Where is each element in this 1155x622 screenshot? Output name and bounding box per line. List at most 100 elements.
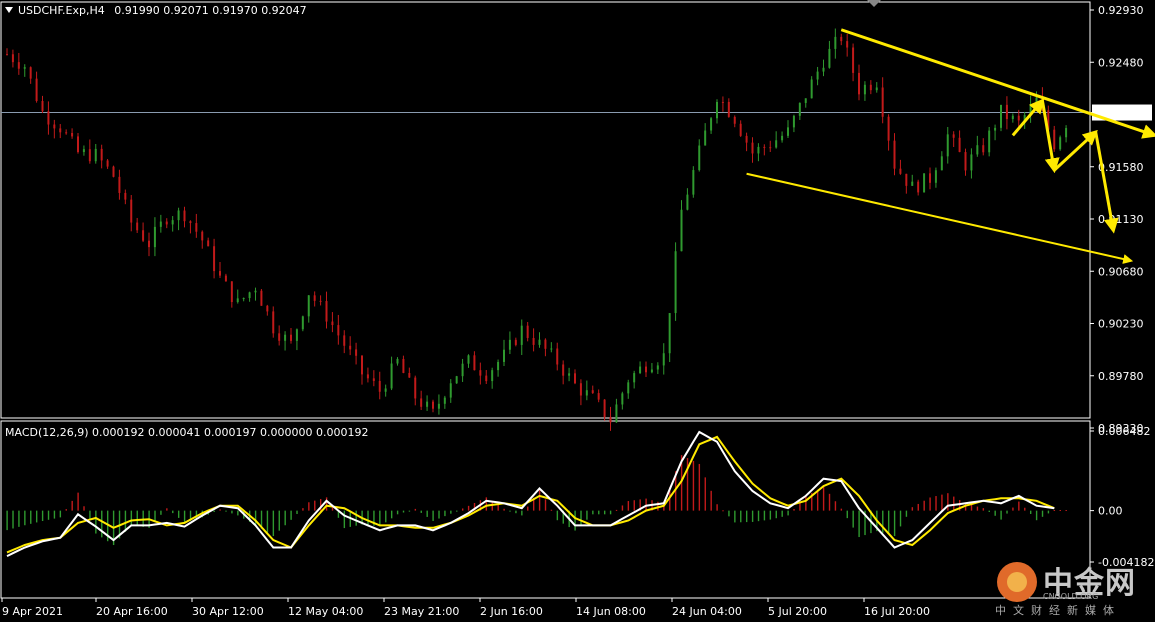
candle-body xyxy=(745,135,748,143)
macd-histogram-bar xyxy=(970,504,973,511)
candle-body xyxy=(29,67,32,79)
macd-tick-label: 0.006482 xyxy=(1098,425,1151,438)
candle-body xyxy=(710,118,713,131)
candle-body xyxy=(680,209,683,252)
macd-histogram-bar xyxy=(308,502,310,511)
macd-histogram-bar xyxy=(603,510,606,515)
macd-histogram-bar xyxy=(882,510,884,533)
candle-body xyxy=(497,361,500,371)
candle-body xyxy=(1065,128,1068,138)
time-tick-label: 5 Jul 20:00 xyxy=(768,605,827,618)
macd-histogram-bar xyxy=(793,508,795,511)
macd-histogram-bar xyxy=(35,510,38,523)
candle-body xyxy=(35,78,38,102)
macd-histogram-bar xyxy=(692,460,695,511)
time-tick-label: 9 Apr 2021 xyxy=(2,605,63,618)
candle-body xyxy=(6,54,8,56)
candle-body xyxy=(556,348,559,365)
macd-histogram-bar xyxy=(444,510,446,517)
candle-body xyxy=(1053,129,1056,150)
candle-body xyxy=(733,116,736,124)
candle-body xyxy=(615,404,618,423)
candle-body xyxy=(952,134,955,138)
candle-body xyxy=(763,146,766,148)
macd-histogram-bar xyxy=(467,505,470,511)
candle-body xyxy=(905,173,908,186)
candle-body xyxy=(503,349,505,362)
candle-body xyxy=(361,355,363,375)
candle-body xyxy=(958,137,961,153)
candle-body xyxy=(834,36,837,49)
cngold-logo-icon xyxy=(997,562,1037,602)
macd-histogram-bar xyxy=(805,496,807,511)
candle-body xyxy=(550,348,553,350)
candle-body xyxy=(633,373,636,383)
candle-body xyxy=(343,335,346,346)
candle-body xyxy=(112,166,115,177)
macd-histogram-bar xyxy=(450,510,452,514)
time-tick-label: 2 Jun 16:00 xyxy=(480,605,543,618)
watermark-site: CNGOLD.ORG xyxy=(1043,592,1099,601)
macd-histogram-bar xyxy=(272,510,275,537)
candle-body xyxy=(721,101,724,103)
macd-header: MACD(12,26,9) 0.000192 0.000041 0.000197… xyxy=(5,426,369,439)
candle-body xyxy=(923,173,926,193)
candle-body xyxy=(591,390,594,394)
macd-histogram-bar xyxy=(254,510,257,526)
macd-histogram-bar xyxy=(834,501,837,511)
candle-body xyxy=(970,154,973,171)
macd-histogram-bar xyxy=(911,507,914,511)
candle-body xyxy=(266,305,269,312)
macd-histogram-bar xyxy=(1024,507,1026,511)
macd-histogram-bar xyxy=(976,506,979,511)
candle-body xyxy=(23,67,26,69)
candle-body xyxy=(988,130,991,153)
candle-body xyxy=(585,390,588,396)
candle-body xyxy=(946,134,949,157)
macd-histogram-bar xyxy=(396,510,399,515)
price-chart-header: USDCHF.Exp,H4 0.91990 0.92071 0.91970 0.… xyxy=(5,4,307,17)
macd-histogram-bar xyxy=(402,510,405,513)
candle-body xyxy=(639,366,642,374)
candle-body xyxy=(325,301,328,322)
candle-body xyxy=(568,373,571,376)
candle-body xyxy=(508,339,511,350)
macd-histogram-bar xyxy=(497,504,499,511)
macd-histogram-bar xyxy=(101,510,103,538)
macd-histogram-bar xyxy=(751,510,754,522)
macd-histogram-bar xyxy=(846,510,848,519)
chart-shift-marker-icon[interactable] xyxy=(867,0,881,7)
candle-body xyxy=(645,366,647,373)
time-tick-label: 24 Jun 04:00 xyxy=(672,605,742,618)
candle-body xyxy=(136,222,139,231)
macd-histogram-bar xyxy=(136,510,138,527)
macd-histogram-bar xyxy=(160,510,162,515)
macd-histogram-bar xyxy=(390,510,393,519)
chart-canvas[interactable]: 0.929300.924800.920470.915800.911300.906… xyxy=(0,0,1155,622)
candle-body xyxy=(443,397,446,404)
macd-histogram-bar xyxy=(1012,507,1014,511)
candle-body xyxy=(313,295,316,301)
macd-histogram-bar xyxy=(858,510,860,538)
trendline-lower[interactable] xyxy=(746,172,1134,264)
candle-body xyxy=(597,393,600,400)
candle-body xyxy=(467,355,470,364)
macd-histogram-bar xyxy=(83,506,85,511)
macd-histogram-bar xyxy=(734,510,736,523)
macd-histogram-bar xyxy=(917,503,919,511)
candle-body xyxy=(627,382,630,394)
macd-histogram-bar xyxy=(438,510,440,519)
candle-body xyxy=(378,380,381,392)
macd-histogram-bar xyxy=(740,510,742,523)
candle-body xyxy=(224,275,227,282)
macd-histogram-bar xyxy=(213,510,215,513)
macd-histogram-bar xyxy=(704,477,706,511)
macd-histogram-bar xyxy=(982,508,985,511)
candle-body xyxy=(1000,104,1002,128)
candle-body xyxy=(716,101,718,119)
macd-histogram-bar xyxy=(964,503,967,511)
macd-main-line xyxy=(6,430,1055,557)
candle-body xyxy=(911,181,914,186)
macd-histogram-bar xyxy=(219,509,221,511)
projection-arrow[interactable] xyxy=(1011,98,1045,137)
